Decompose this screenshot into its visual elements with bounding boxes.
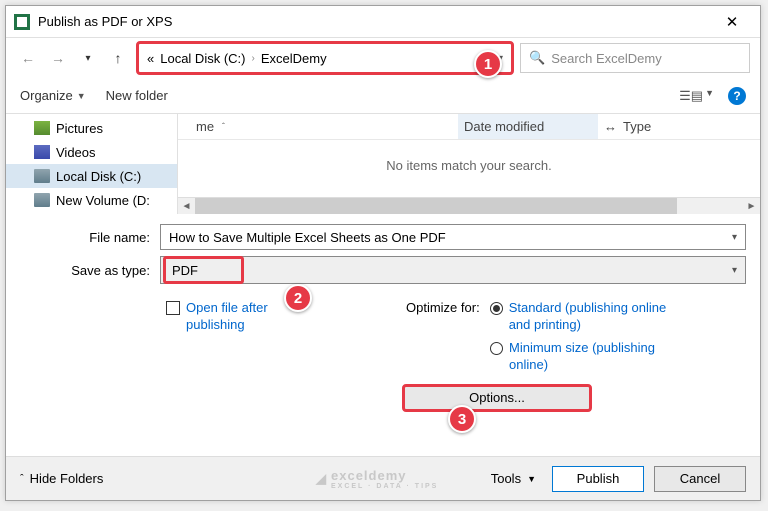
header-type[interactable]: ↔Type: [598, 119, 651, 134]
excel-icon: [14, 14, 30, 30]
empty-message: No items match your search.: [178, 158, 760, 173]
file-pane: Pictures Videos Local Disk (C:) New Volu…: [6, 114, 760, 214]
watermark-icon: ◢: [316, 471, 327, 487]
titlebar: Publish as PDF or XPS ✕: [6, 6, 760, 38]
pictures-icon: [34, 121, 50, 135]
hide-folders-button[interactable]: ˆ Hide Folders: [20, 471, 103, 486]
annotation-badge-2: 2: [284, 284, 312, 312]
annotation-badge-3: 3: [448, 405, 476, 433]
recent-dropdown[interactable]: ▾: [76, 46, 100, 70]
header-date[interactable]: Date modified: [458, 114, 598, 139]
publish-button[interactable]: Publish: [552, 466, 644, 492]
new-folder-button[interactable]: New folder: [106, 88, 168, 103]
videos-icon: [34, 145, 50, 159]
tree-local-c[interactable]: Local Disk (C:): [6, 164, 177, 188]
toolbar: Organize▼ New folder ☰▤▼ ?: [6, 78, 760, 114]
options-row: Open file after publishing Optimize for:…: [6, 294, 760, 380]
scroll-right[interactable]: ►: [743, 198, 760, 215]
organize-menu[interactable]: Organize▼: [20, 88, 86, 103]
tools-menu[interactable]: Tools▼: [485, 471, 542, 486]
disk-icon: [34, 169, 50, 183]
resize-cursor-icon: ↔: [604, 119, 617, 134]
scroll-left[interactable]: ◄: [178, 198, 195, 215]
nav-tree: Pictures Videos Local Disk (C:) New Volu…: [6, 114, 178, 214]
help-button[interactable]: ?: [728, 87, 746, 105]
view-options-button[interactable]: ☰▤▼: [679, 88, 714, 104]
list-header: meˆ Date modified ↔Type: [178, 114, 760, 140]
back-button[interactable]: ←: [16, 46, 40, 70]
watermark: ◢ exceldemyEXCEL · DATA · TIPS: [316, 468, 438, 490]
publish-dialog: Publish as PDF or XPS ✕ ← → ▾ ↑ « Local …: [5, 5, 761, 501]
filename-input[interactable]: How to Save Multiple Excel Sheets as One…: [160, 224, 746, 250]
forward-button: →: [46, 46, 70, 70]
up-button[interactable]: ↑: [106, 46, 130, 70]
saveastype-value-highlight: PDF: [163, 256, 244, 284]
breadcrumb-root[interactable]: Local Disk (C:): [160, 51, 245, 66]
breadcrumb-folder[interactable]: ExcelDemy: [261, 51, 327, 66]
radio-minimum[interactable]: [490, 342, 503, 355]
radio-standard-label[interactable]: Standard (publishing online and printing…: [509, 300, 669, 334]
close-button[interactable]: ✕: [712, 7, 752, 37]
sort-icon: ˆ: [222, 122, 225, 131]
search-placeholder: Search ExcelDemy: [551, 51, 662, 66]
tree-pictures[interactable]: Pictures: [6, 116, 177, 140]
optimize-label: Optimize for:: [406, 300, 480, 315]
radio-standard[interactable]: [490, 302, 503, 315]
saveastype-label: Save as type:: [20, 263, 160, 278]
chevron-right-icon: ›: [251, 53, 254, 64]
scroll-thumb[interactable]: [195, 198, 677, 214]
h-scrollbar[interactable]: ◄ ►: [178, 197, 760, 214]
breadcrumb-prefix: «: [147, 51, 154, 66]
file-list: meˆ Date modified ↔Type No items match y…: [178, 114, 760, 214]
annotation-badge-1: 1: [474, 50, 502, 78]
search-input[interactable]: 🔍 Search ExcelDemy: [520, 43, 750, 73]
saveastype-select[interactable]: PDF ▾: [160, 256, 746, 284]
bottom-bar: ˆ Hide Folders ◢ exceldemyEXCEL · DATA ·…: [6, 456, 760, 500]
open-after-label[interactable]: Open file after publishing: [186, 300, 286, 334]
radio-minimum-label[interactable]: Minimum size (publishing online): [509, 340, 659, 374]
filename-label: File name:: [20, 230, 160, 245]
chevron-down-icon[interactable]: ▾: [732, 232, 737, 243]
tree-new-volume[interactable]: New Volume (D:: [6, 188, 177, 212]
dialog-title: Publish as PDF or XPS: [38, 14, 712, 29]
disk-icon: [34, 193, 50, 207]
chevron-down-icon[interactable]: ▾: [732, 265, 737, 276]
nav-bar: ← → ▾ ↑ « Local Disk (C:) › ExcelDemy ▾ …: [6, 38, 760, 78]
breadcrumb[interactable]: « Local Disk (C:) › ExcelDemy ▾: [136, 41, 514, 75]
search-icon: 🔍: [529, 50, 545, 66]
cancel-button[interactable]: Cancel: [654, 466, 746, 492]
form-area: File name: How to Save Multiple Excel Sh…: [6, 214, 760, 294]
open-after-checkbox[interactable]: [166, 301, 180, 315]
view-icon: ☰▤: [679, 88, 703, 104]
options-button[interactable]: Options...: [402, 384, 592, 412]
chevron-up-icon: ˆ: [20, 473, 24, 485]
tree-videos[interactable]: Videos: [6, 140, 177, 164]
header-name[interactable]: meˆ: [178, 119, 458, 134]
